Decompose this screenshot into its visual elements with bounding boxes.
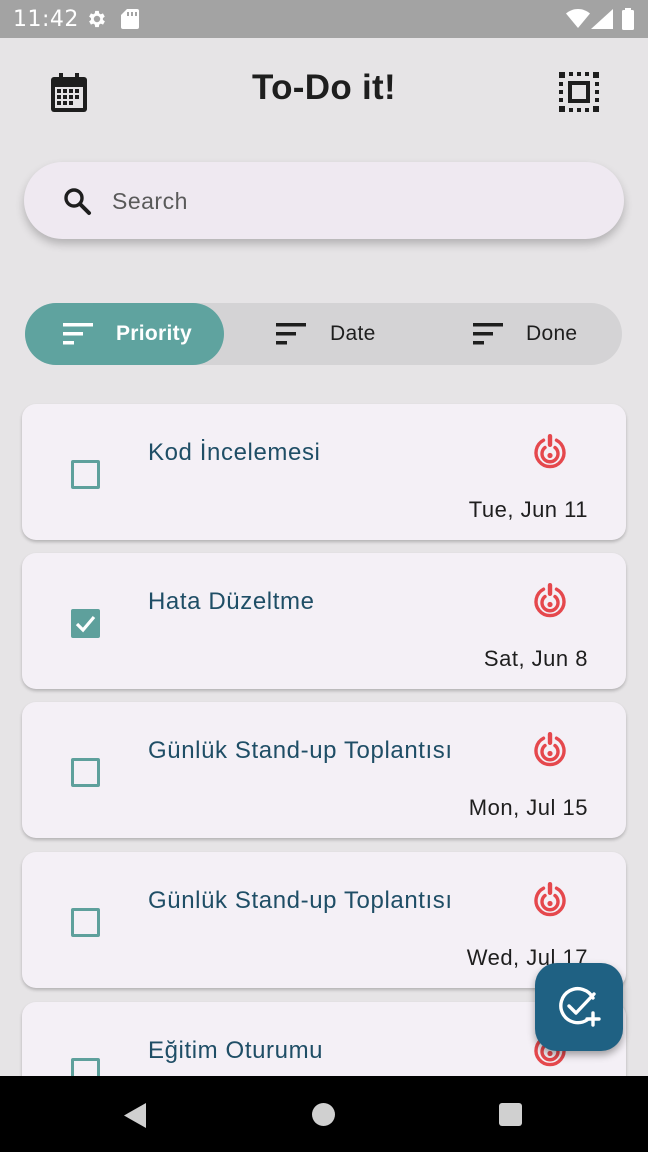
task-card[interactable]: Günlük Stand-up Toplantısı Wed, Jul 17 (22, 852, 626, 988)
back-icon[interactable] (124, 1103, 147, 1128)
task-checkbox[interactable] (71, 758, 100, 787)
priority-high-icon (534, 434, 566, 469)
task-title: Hata Düzeltme (148, 588, 315, 615)
priority-high-icon (534, 583, 566, 618)
task-date: Mon, Jul 15 (468, 795, 588, 820)
page-title: To-Do it! (252, 68, 396, 107)
task-card[interactable]: Günlük Stand-up Toplantısı Mon, Jul 15 (22, 702, 626, 838)
battery-icon (622, 8, 634, 30)
task-date: Sat, Jun 8 (483, 646, 588, 671)
search-icon (64, 188, 91, 215)
priority-high-icon (534, 882, 566, 917)
sort-icon (276, 323, 306, 345)
check-icon (75, 615, 96, 633)
task-title: Günlük Stand-up Toplantısı (148, 737, 453, 764)
sort-icon (63, 323, 93, 345)
task-title: Günlük Stand-up Toplantısı (148, 887, 453, 914)
gear-icon (89, 10, 105, 28)
app-bar: To-Do it! (0, 38, 648, 148)
task-title: Eğitim Oturumu (148, 1037, 324, 1064)
sort-priority-button[interactable]: Priority (25, 303, 224, 365)
sd-card-icon (121, 9, 139, 29)
task-card[interactable]: Kod İncelemesi Tue, Jun 11 (22, 404, 626, 540)
select-all-button[interactable] (557, 70, 601, 114)
task-checkbox[interactable] (71, 908, 100, 937)
task-checkbox-checked[interactable] (71, 609, 100, 638)
task-checkbox[interactable] (71, 460, 100, 489)
task-date: Tue, Jun 11 (468, 497, 588, 522)
sort-date-button[interactable]: Date (224, 303, 423, 365)
priority-high-icon (534, 732, 566, 767)
search-input[interactable] (110, 178, 594, 224)
select-all-icon (559, 72, 599, 112)
home-icon[interactable] (312, 1103, 335, 1126)
signal-icon (591, 9, 613, 29)
status-bar: 11:42 (0, 0, 648, 38)
sort-date-label: Date (330, 322, 376, 345)
add-task-icon (559, 987, 601, 1027)
search-bar[interactable] (24, 162, 624, 239)
sort-priority-label: Priority (116, 322, 192, 345)
sort-done-button[interactable]: Done (423, 303, 622, 365)
wifi-icon (566, 9, 590, 28)
system-navigation-bar (0, 1076, 648, 1152)
sort-segmented-control: Priority Date Done (25, 303, 622, 365)
sort-done-label: Done (526, 322, 578, 345)
task-card[interactable]: Hata Düzeltme Sat, Jun 8 (22, 553, 626, 689)
task-title: Kod İncelemesi (148, 439, 321, 466)
status-time: 11:42 (13, 7, 79, 32)
recents-icon[interactable] (499, 1103, 522, 1126)
sort-icon (473, 323, 503, 345)
add-task-button[interactable] (535, 963, 623, 1051)
